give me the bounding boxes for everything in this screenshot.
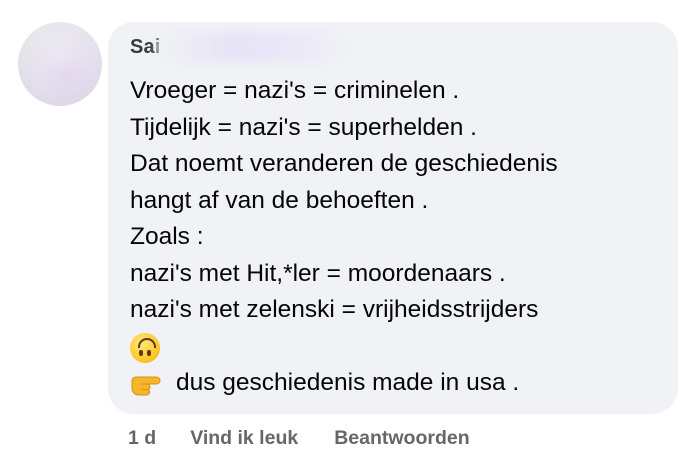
comment-line: Dat noemt veranderen de geschiedenis: [130, 150, 558, 177]
author-name-redaction: [156, 32, 346, 62]
upside-down-face-emoji-icon: [130, 332, 160, 363]
comment-line: nazi's met Hit,*ler = moordenaars .: [130, 259, 506, 287]
avatar[interactable]: [18, 22, 102, 106]
comment-line: nazi's met zelenski = vrijheidsstrijders: [130, 296, 539, 323]
comment-line: Vroeger = nazi's = criminelen .: [130, 77, 460, 104]
avatar-blur: [18, 22, 102, 106]
timestamp[interactable]: 1 d: [128, 427, 156, 450]
reply-button[interactable]: Beantwoorden: [334, 427, 469, 450]
emoji-line: [130, 329, 670, 366]
last-line-text: dus geschiedenis made in usa .: [176, 369, 520, 396]
last-line: dus geschiedenis made in usa .: [130, 365, 670, 402]
comment-line: Zoals :: [130, 223, 204, 250]
comment-screen: Sai Vroeger = nazi's = criminelen . Tijd…: [0, 0, 700, 467]
comment-line: Tijdelijk = nazi's = superhelden .: [130, 113, 477, 141]
pointing-right-emoji-icon: [130, 369, 164, 397]
comment-line: hangt af van de behoeften .: [130, 186, 429, 214]
comment-bubble: Sai Vroeger = nazi's = criminelen . Tijd…: [108, 22, 678, 414]
comment-actions: 1 d Vind ik leuk Beantwoorden: [128, 427, 506, 450]
like-button[interactable]: Vind ik leuk: [190, 427, 298, 450]
comment-body: Vroeger = nazi's = criminelen . Tijdelij…: [130, 73, 670, 402]
